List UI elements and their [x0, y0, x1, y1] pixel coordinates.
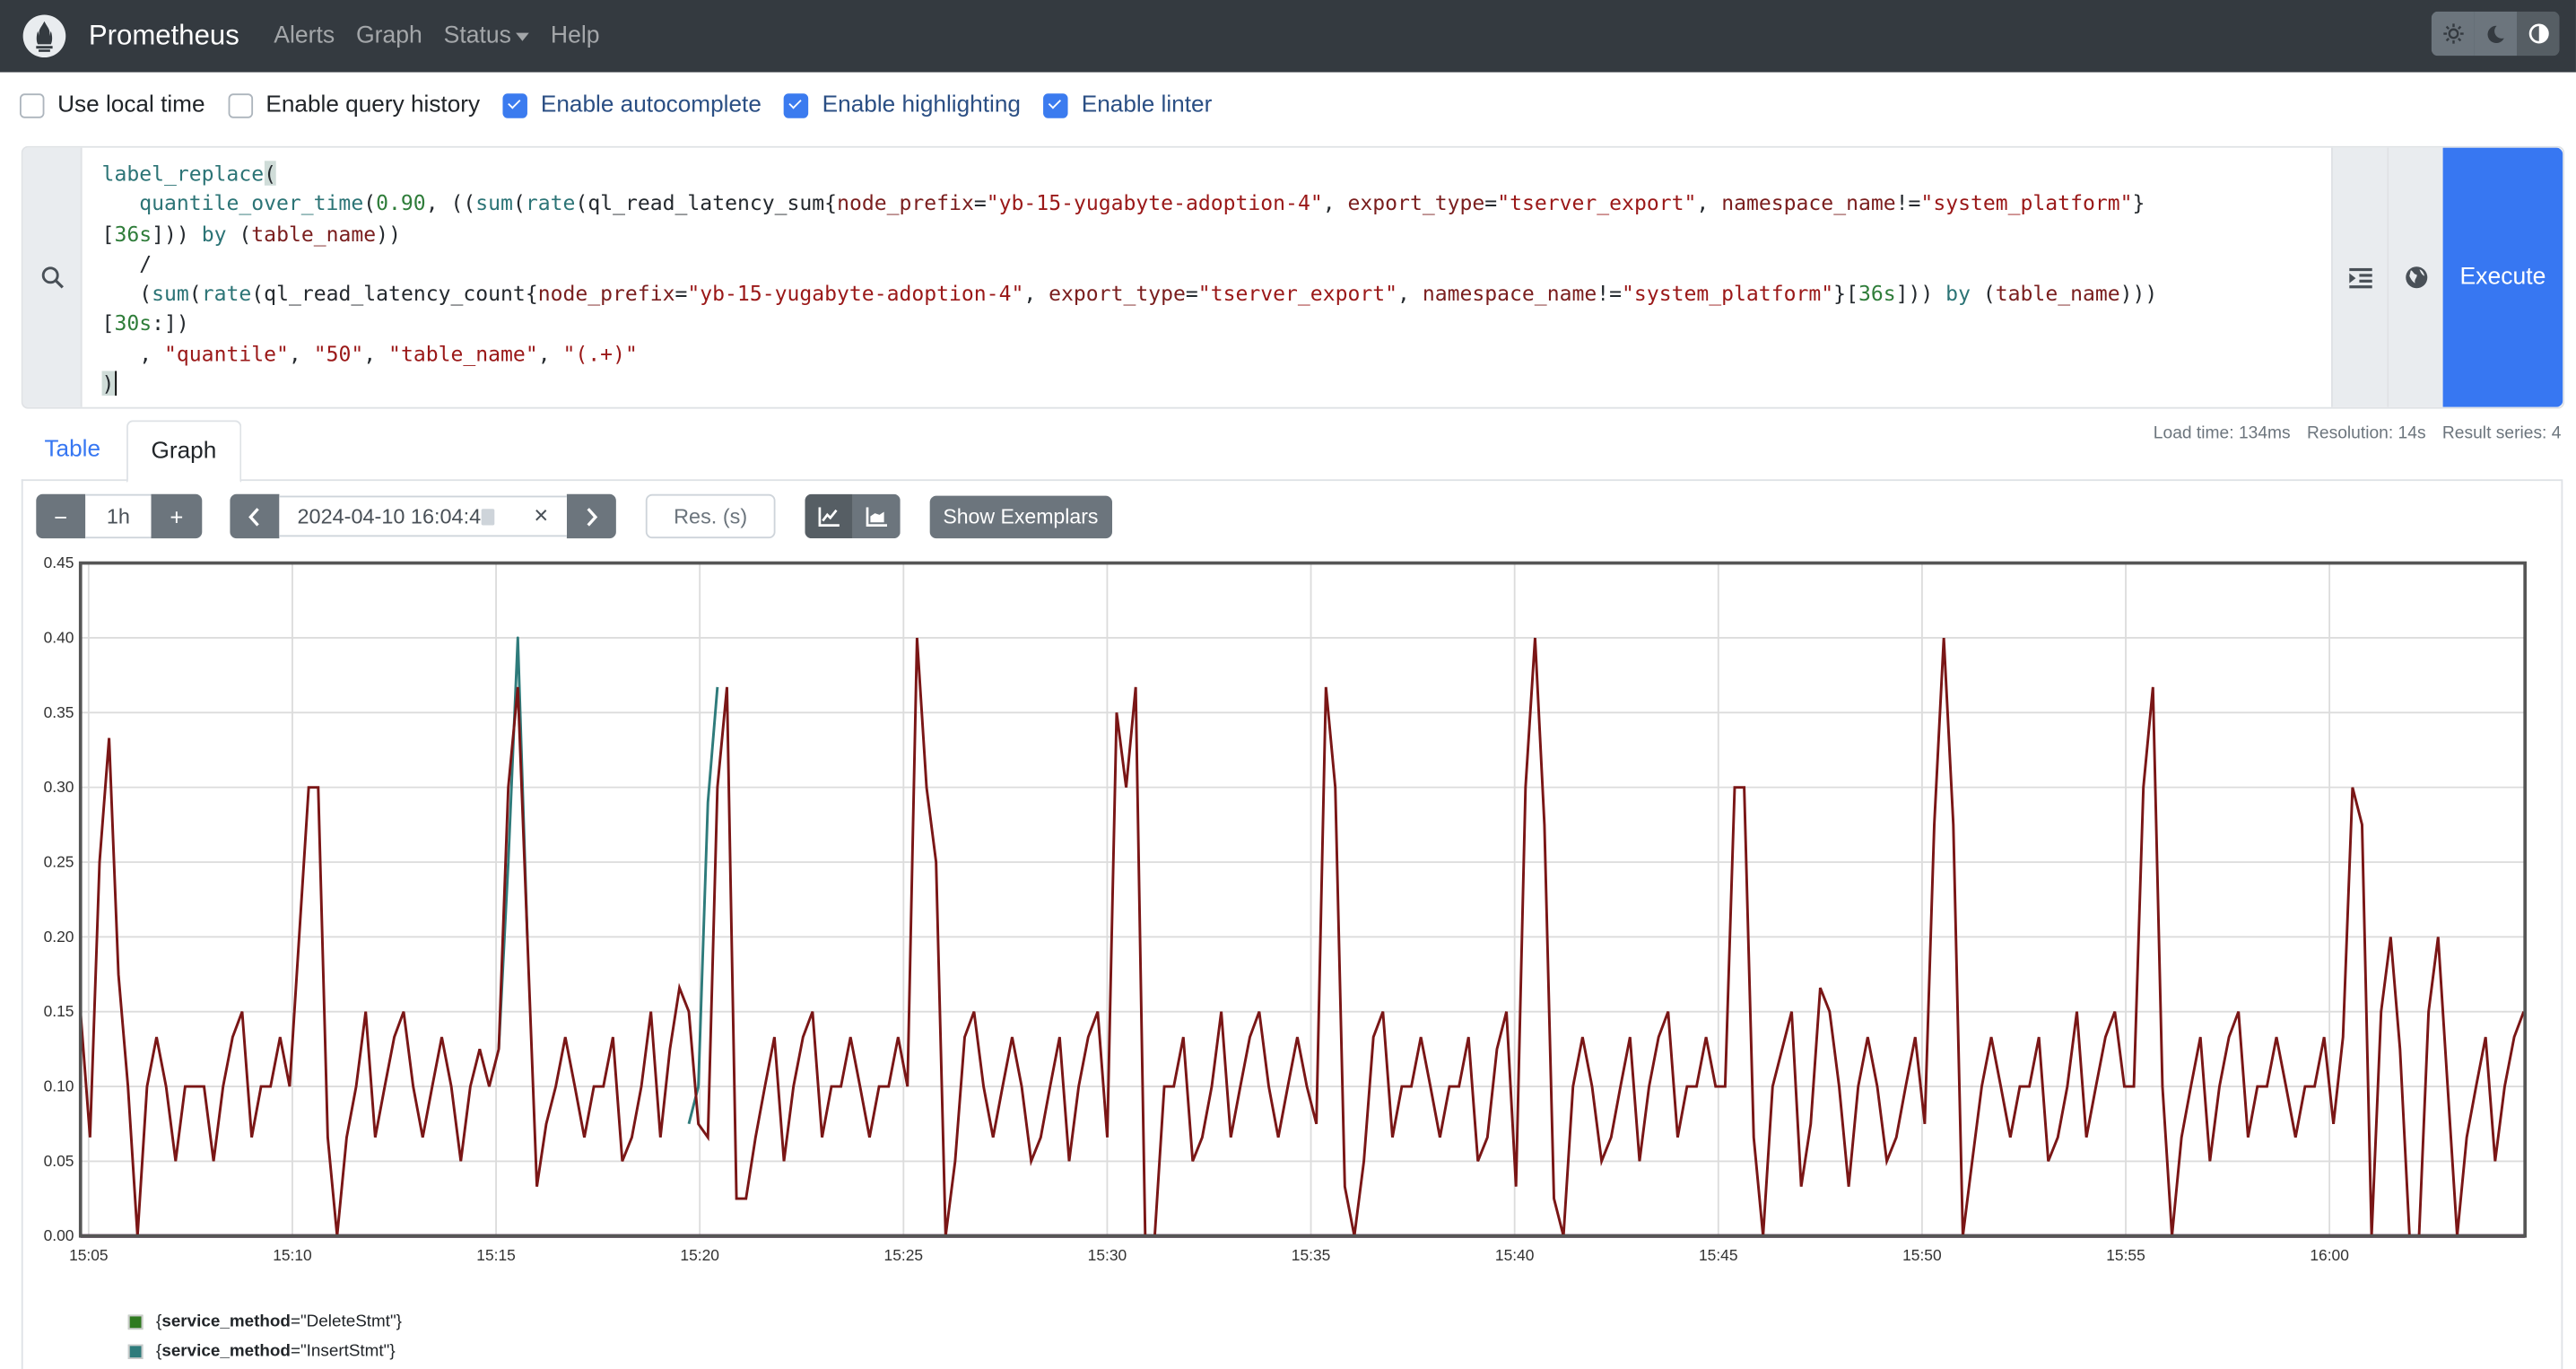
range-input[interactable]: 1h	[85, 494, 151, 538]
x-tick-label: 15:05	[69, 1246, 109, 1264]
legend-label: {service_method="DeleteStmt"}	[156, 1312, 402, 1330]
x-tick-label: 15:50	[1902, 1246, 1942, 1264]
stacked-button[interactable]	[853, 494, 901, 538]
x-tick-label: 15:15	[476, 1246, 516, 1264]
end-time-input[interactable]: 2024-04-10 16:04:48 ×	[279, 496, 567, 537]
chevron-right-icon	[585, 506, 598, 526]
checkbox-linter[interactable]	[1044, 92, 1068, 117]
light-theme-button[interactable]	[2432, 12, 2475, 56]
legend-label: {service_method="InsertStmt"}	[156, 1342, 396, 1360]
contrast-icon	[2528, 23, 2549, 45]
y-tick-label: 0.35	[44, 703, 74, 721]
option-query-history[interactable]: Enable query history	[228, 92, 480, 118]
x-tick-label: 15:40	[1495, 1246, 1535, 1264]
expression-input[interactable]: label_replace( quantile_over_time(0.90, …	[83, 148, 2331, 407]
calendar-icon[interactable]	[482, 509, 495, 525]
graph-controls: − 1h + 2024-04-10 16:04:48 × Res. (s) Sh…	[36, 494, 1111, 538]
result-series: Result series: 4	[2442, 423, 2562, 443]
resolution: Resolution: 14s	[2307, 423, 2426, 443]
increase-range-button[interactable]: +	[152, 494, 203, 538]
nav-alerts[interactable]: Alerts	[274, 23, 335, 49]
sun-icon	[2442, 23, 2464, 45]
checkbox-query-history[interactable]	[228, 92, 252, 117]
nav-help[interactable]: Help	[551, 23, 600, 49]
nav-status-label: Status	[444, 23, 511, 49]
checkbox-use-local-time[interactable]	[20, 92, 44, 117]
y-tick-label: 0.30	[44, 778, 74, 796]
option-label: Enable query history	[265, 92, 480, 118]
theme-toggle-group	[2432, 12, 2560, 56]
y-tick-label: 0.10	[44, 1077, 74, 1095]
option-label: Use local time	[57, 92, 205, 118]
globe-icon	[2405, 266, 2428, 289]
option-autocomplete[interactable]: Enable autocomplete	[503, 92, 761, 118]
x-tick-label: 15:55	[2106, 1246, 2145, 1264]
end-time-value: 2024-04-10 16:04:48	[298, 504, 493, 528]
legend-swatch	[128, 1314, 143, 1329]
option-label: Enable highlighting	[822, 92, 1021, 118]
y-tick-label: 0.00	[44, 1226, 74, 1244]
option-use-local-time[interactable]: Use local time	[20, 92, 205, 118]
tab-table[interactable]: Table	[22, 420, 124, 479]
option-label: Enable autocomplete	[541, 92, 761, 118]
y-tick-label: 0.45	[44, 554, 74, 571]
x-tick-label: 15:45	[1699, 1246, 1738, 1264]
legend-item[interactable]: {service_method="InsertStmt"}	[128, 1336, 402, 1365]
x-tick-label: 16:00	[2310, 1246, 2349, 1264]
browser-theme-button[interactable]	[2517, 12, 2560, 56]
y-tick-label: 0.25	[44, 852, 74, 870]
caret-down-icon	[516, 32, 529, 40]
y-tick-label: 0.20	[44, 928, 74, 946]
checkbox-highlighting[interactable]	[785, 92, 809, 117]
chevron-left-icon	[248, 506, 262, 526]
y-tick-label: 0.40	[44, 628, 74, 646]
metrics-explorer-button[interactable]	[2387, 148, 2442, 407]
nav-status[interactable]: Status	[444, 23, 529, 49]
option-highlighting[interactable]: Enable highlighting	[785, 92, 1021, 118]
dark-theme-button[interactable]	[2474, 12, 2517, 56]
query-options: Use local time Enable query history Enab…	[20, 92, 1235, 118]
query-stats: Load time: 134ms Resolution: 14s Result …	[2154, 423, 2562, 443]
y-tick-label: 0.05	[44, 1152, 74, 1170]
unstacked-button[interactable]	[805, 494, 852, 538]
load-time: Load time: 134ms	[2154, 423, 2291, 443]
option-label: Enable linter	[1082, 92, 1213, 118]
prometheus-logo-icon[interactable]	[23, 14, 66, 57]
x-tick-label: 15:25	[884, 1246, 924, 1264]
checkbox-autocomplete[interactable]	[503, 92, 527, 117]
next-time-button[interactable]	[567, 494, 616, 538]
x-tick-label: 15:30	[1088, 1246, 1127, 1264]
legend-item[interactable]: {service_method="DeleteStmt"}	[128, 1306, 402, 1336]
format-expression-button[interactable]	[2331, 148, 2387, 407]
option-linter[interactable]: Enable linter	[1044, 92, 1213, 118]
navbar: Prometheus Alerts Graph Status Help	[0, 0, 2576, 73]
legend-swatch	[128, 1344, 143, 1358]
x-tick-label: 15:35	[1292, 1246, 1331, 1264]
resolution-input[interactable]: Res. (s)	[646, 494, 776, 538]
decrease-range-button[interactable]: −	[36, 494, 85, 538]
show-exemplars-button[interactable]: Show Exemplars	[930, 495, 1111, 538]
moon-icon	[2485, 24, 2505, 44]
x-tick-label: 15:10	[273, 1246, 312, 1264]
nav-graph[interactable]: Graph	[356, 23, 422, 49]
indent-icon	[2348, 266, 2371, 288]
search-icon	[23, 148, 83, 407]
stacking-toggle	[805, 494, 900, 538]
expression-editor: label_replace( quantile_over_time(0.90, …	[22, 146, 2564, 409]
x-tick-label: 15:20	[680, 1246, 719, 1264]
tab-graph[interactable]: Graph	[126, 420, 241, 483]
previous-time-button[interactable]	[230, 494, 279, 538]
line-chart-icon	[818, 506, 840, 526]
area-chart-icon	[866, 506, 887, 526]
legend: {service_method="DeleteStmt"} {service_m…	[128, 1306, 402, 1365]
line-chart: 0.00 0.05 0.10 0.15 0.20 0.25 0.30 0.35 0.40 0.45…	[0, 542, 2576, 1297]
clear-time-button[interactable]: ×	[534, 502, 548, 530]
y-tick-label: 0.15	[44, 1002, 74, 1020]
brand-title[interactable]: Prometheus	[89, 20, 239, 53]
execute-button[interactable]: Execute	[2443, 148, 2563, 407]
prometheus-app: Prometheus Alerts Graph Status Help Use …	[0, 0, 2576, 1369]
